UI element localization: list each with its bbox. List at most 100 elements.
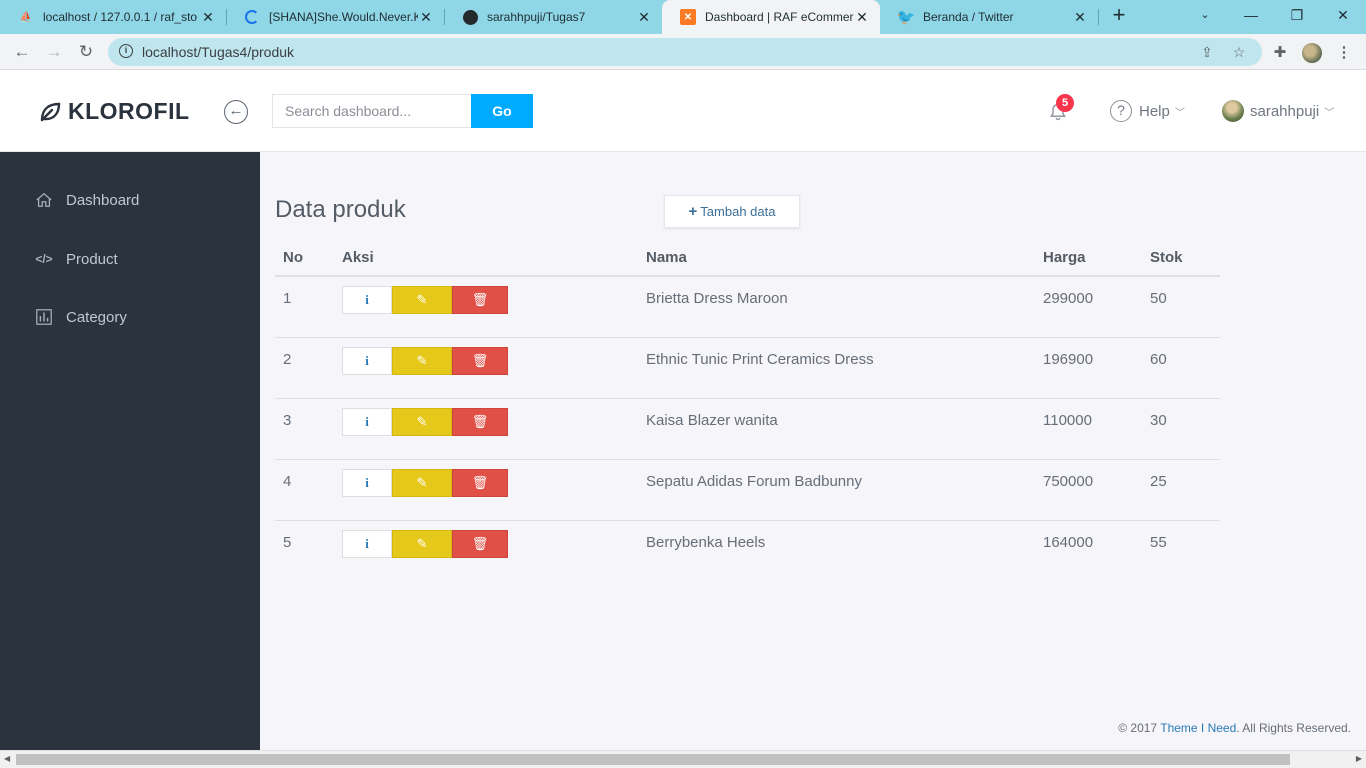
cell-nama: Sepatu Adidas Forum Badbunny (646, 473, 862, 490)
github-icon (462, 9, 478, 25)
cell-nama: Brietta Dress Maroon (646, 290, 788, 307)
code-icon: </> (35, 252, 53, 266)
sidebar-item-category[interactable]: Category (34, 307, 127, 327)
bookmark-star-icon[interactable]: ☆ (1230, 43, 1248, 61)
info-icon: i (365, 292, 369, 307)
browser-tab-twitter[interactable]: 🐦 Beranda / Twitter ✕ (880, 0, 1098, 34)
edit-button[interactable]: ✎ (392, 286, 452, 314)
scrollbar-thumb[interactable] (16, 754, 1290, 765)
footer-theme-link[interactable]: Theme I Need (1160, 721, 1236, 735)
table-header: No Aksi Nama Harga Stok (275, 240, 1220, 277)
restore-button[interactable]: ❐ (1274, 0, 1320, 30)
detail-button[interactable]: i (342, 469, 392, 497)
help-label: Help (1139, 102, 1170, 120)
url-text[interactable]: localhost/Tugas4/produk (142, 44, 294, 60)
help-dropdown[interactable]: ? Help ﹀ (1110, 100, 1185, 122)
close-tab-icon[interactable]: ✕ (418, 9, 434, 26)
horizontal-scrollbar[interactable]: ◀ ▶ (0, 750, 1366, 768)
table-row: 1 i ✎ 🗑 Brietta Dress Maroon 299000 50 (275, 277, 1220, 338)
share-icon[interactable]: ⇪ (1198, 43, 1216, 61)
edit-button[interactable]: ✎ (392, 347, 452, 375)
edit-icon: ✎ (416, 353, 428, 368)
edit-button[interactable]: ✎ (392, 469, 452, 497)
browser-tab-shana[interactable]: [SHANA]She.Would.Never.Kn ✕ (226, 0, 444, 34)
trash-icon: 🗑 (471, 353, 489, 368)
tab-search-chevron-icon[interactable]: ⌄ (1182, 0, 1228, 30)
chevron-down-icon: ﹀ (1324, 107, 1335, 119)
browser-tab-github[interactable]: sarahhpuji/Tugas7 ✕ (444, 0, 662, 34)
delete-button[interactable]: 🗑 (452, 530, 508, 558)
close-tab-icon[interactable]: ✕ (854, 9, 870, 26)
table-row: 3 i ✎ 🗑 Kaisa Blazer wanita 110000 30 (275, 399, 1220, 460)
detail-button[interactable]: i (342, 530, 392, 558)
row-actions: i ✎ 🗑 (342, 530, 508, 558)
browser-tab-dashboard[interactable]: ✕ Dashboard | RAF eCommerce ✕ (662, 0, 880, 34)
sidebar-toggle-arrow-icon[interactable]: ← (224, 100, 248, 124)
search-go-button[interactable]: Go (471, 94, 533, 128)
table-row: 5 i ✎ 🗑 Berrybenka Heels 164000 55 (275, 521, 1220, 582)
trash-icon: 🗑 (471, 414, 489, 429)
minimize-button[interactable]: — (1228, 0, 1274, 30)
column-header-no: No (283, 249, 303, 266)
address-bar[interactable]: i localhost/Tugas4/produk ⇪ ☆ (108, 38, 1262, 66)
row-actions: i ✎ 🗑 (342, 286, 508, 314)
row-actions: i ✎ 🗑 (342, 469, 508, 497)
footer-copyright: © 2017 (1118, 721, 1158, 735)
brand-logo[interactable]: KLOROFIL (38, 98, 190, 125)
trash-icon: 🗑 (471, 536, 489, 551)
page-title: Data produk (275, 196, 406, 223)
kebab-menu-icon[interactable]: ⋮ (1334, 43, 1354, 63)
detail-button[interactable]: i (342, 408, 392, 436)
cell-harga: 110000 (1043, 412, 1092, 429)
detail-button[interactable]: i (342, 286, 392, 314)
edit-button[interactable]: ✎ (392, 408, 452, 436)
user-avatar (1222, 100, 1244, 122)
sidebar-item-dashboard[interactable]: Dashboard (34, 190, 139, 210)
close-tab-icon[interactable]: ✕ (200, 9, 216, 26)
close-window-button[interactable]: ✕ (1320, 0, 1366, 30)
xampp-icon: ✕ (680, 9, 696, 25)
delete-button[interactable]: 🗑 (452, 347, 508, 375)
sidebar-item-label: Category (66, 308, 127, 326)
forward-arrow-icon[interactable]: → (42, 40, 66, 64)
new-tab-button[interactable]: + (1108, 4, 1130, 28)
user-dropdown[interactable]: sarahhpuji ﹀ (1222, 100, 1334, 122)
cell-no: 5 (283, 534, 292, 551)
search-input[interactable] (272, 94, 472, 128)
site-info-icon[interactable]: i (119, 44, 133, 58)
footer-rights: . All Rights Reserved. (1236, 721, 1351, 735)
sidebar-item-label: Dashboard (66, 191, 140, 209)
add-data-button[interactable]: + Tambah data (664, 195, 800, 228)
delete-button[interactable]: 🗑 (452, 408, 508, 436)
delete-button[interactable]: 🗑 (452, 286, 508, 314)
edit-icon: ✎ (416, 292, 428, 307)
home-icon (34, 190, 54, 210)
bar-chart-icon (34, 307, 54, 327)
reload-icon[interactable]: ↻ (74, 40, 98, 64)
browser-tab-phpmyadmin[interactable]: ⛵ localhost / 127.0.0.1 / raf_sto ✕ (0, 0, 226, 34)
delete-button[interactable]: 🗑 (452, 469, 508, 497)
sidebar-item-product[interactable]: </> Product (34, 249, 117, 269)
cell-stok: 55 (1150, 534, 1167, 551)
edit-button[interactable]: ✎ (392, 530, 452, 558)
close-tab-icon[interactable]: ✕ (1072, 9, 1088, 26)
column-header-stok: Stok (1150, 249, 1183, 266)
cell-no: 1 (283, 290, 292, 307)
product-table: No Aksi Nama Harga Stok 1 i ✎ 🗑 Brietta Dres… (275, 240, 1220, 582)
trash-icon: 🗑 (471, 475, 489, 490)
detail-button[interactable]: i (342, 347, 392, 375)
add-data-label: Tambah data (700, 204, 776, 219)
edit-icon: ✎ (416, 475, 428, 490)
close-tab-icon[interactable]: ✕ (636, 9, 652, 26)
phpmyadmin-icon: ⛵ (19, 11, 33, 23)
info-icon: i (365, 353, 369, 368)
extensions-puzzle-icon[interactable]: ✚ (1270, 43, 1290, 63)
back-arrow-icon[interactable]: ← (10, 40, 34, 64)
cell-harga: 164000 (1043, 534, 1094, 551)
cell-nama: Ethnic Tunic Print Ceramics Dress (646, 351, 874, 368)
scroll-right-arrow-icon[interactable]: ▶ (1356, 754, 1362, 763)
profile-avatar[interactable] (1302, 43, 1322, 63)
scroll-left-arrow-icon[interactable]: ◀ (4, 754, 10, 763)
footer: © 2017 Theme I Need. All Rights Reserved… (1118, 721, 1351, 735)
twitter-icon: 🐦 (896, 9, 916, 26)
